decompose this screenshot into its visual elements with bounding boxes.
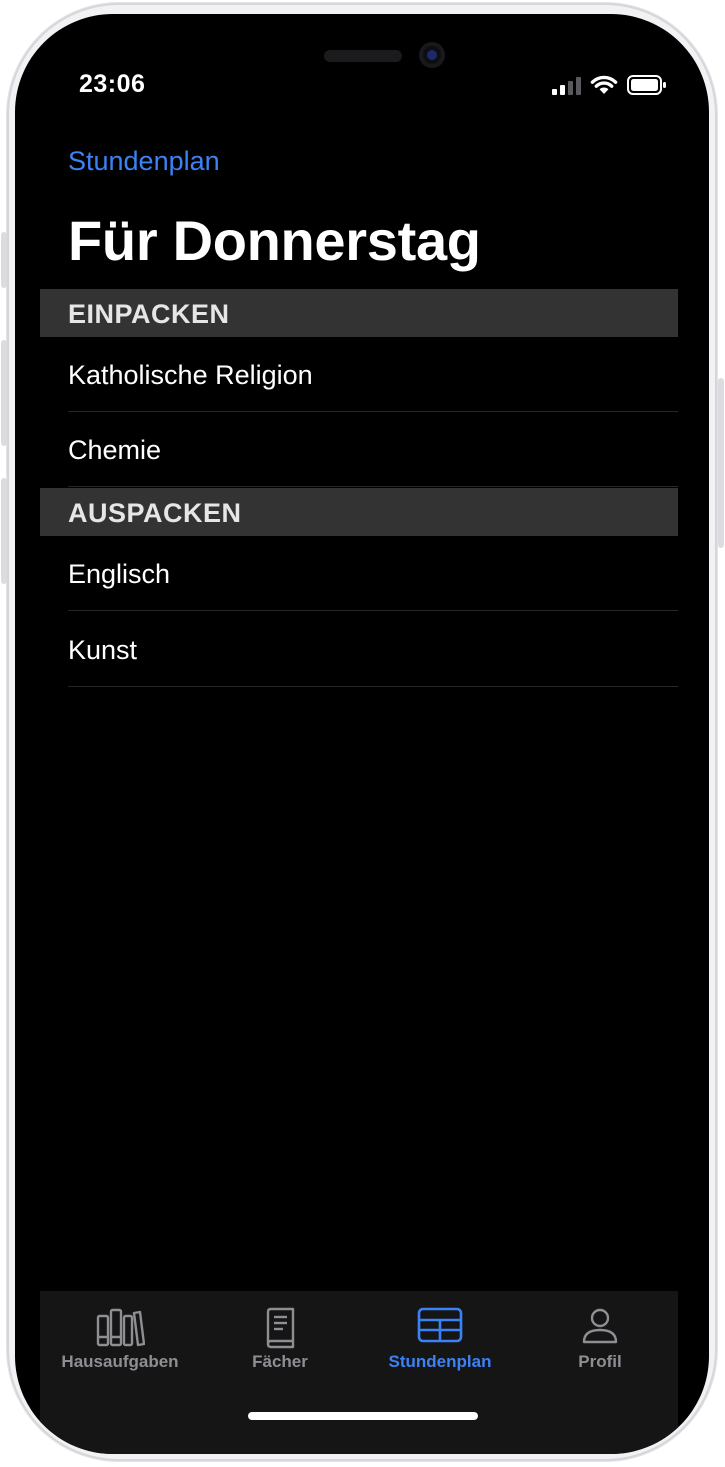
front-camera — [419, 42, 445, 68]
tab-profil[interactable]: Profil — [520, 1291, 680, 1391]
mute-switch — [1, 232, 7, 288]
tab-label: Profil — [578, 1352, 622, 1371]
tab-label: Hausaufgaben — [61, 1352, 179, 1371]
tab-label: Fächer — [252, 1352, 308, 1371]
book-icon — [266, 1307, 295, 1349]
tab-bar: Hausaufgaben Fächer Stundenplan Profil — [40, 1291, 678, 1454]
table-icon — [417, 1307, 463, 1343]
battery-icon — [627, 75, 666, 95]
section-header-auspacken: AUSPACKEN — [40, 488, 678, 536]
tab-hausaufgaben[interactable]: Hausaufgaben — [40, 1291, 200, 1391]
wifi-icon — [590, 75, 618, 94]
side-button — [718, 378, 724, 548]
speaker — [324, 50, 402, 62]
volume-down-button — [1, 478, 7, 584]
list-item[interactable]: Chemie — [68, 412, 678, 487]
tab-stundenplan[interactable]: Stundenplan — [360, 1291, 520, 1391]
section-header-einpacken: EINPACKEN — [40, 289, 678, 337]
list-item[interactable]: Kunst — [68, 612, 678, 687]
home-indicator[interactable] — [248, 1412, 478, 1420]
tab-label: Stundenplan — [388, 1352, 492, 1371]
volume-up-button — [1, 340, 7, 446]
list-item[interactable]: Englisch — [68, 536, 678, 611]
books-icon — [96, 1308, 145, 1347]
screen: 23:06 Stundenplan Für Donnerstag EINPACK… — [15, 14, 709, 1454]
person-icon — [582, 1308, 618, 1344]
list-item[interactable]: Katholische Religion — [68, 337, 678, 412]
back-button[interactable]: Stundenplan — [68, 146, 220, 177]
status-time: 23:06 — [79, 70, 146, 98]
tab-faecher[interactable]: Fächer — [200, 1291, 360, 1391]
cellular-signal-icon — [552, 77, 581, 95]
page-title: Für Donnerstag — [68, 209, 481, 272]
